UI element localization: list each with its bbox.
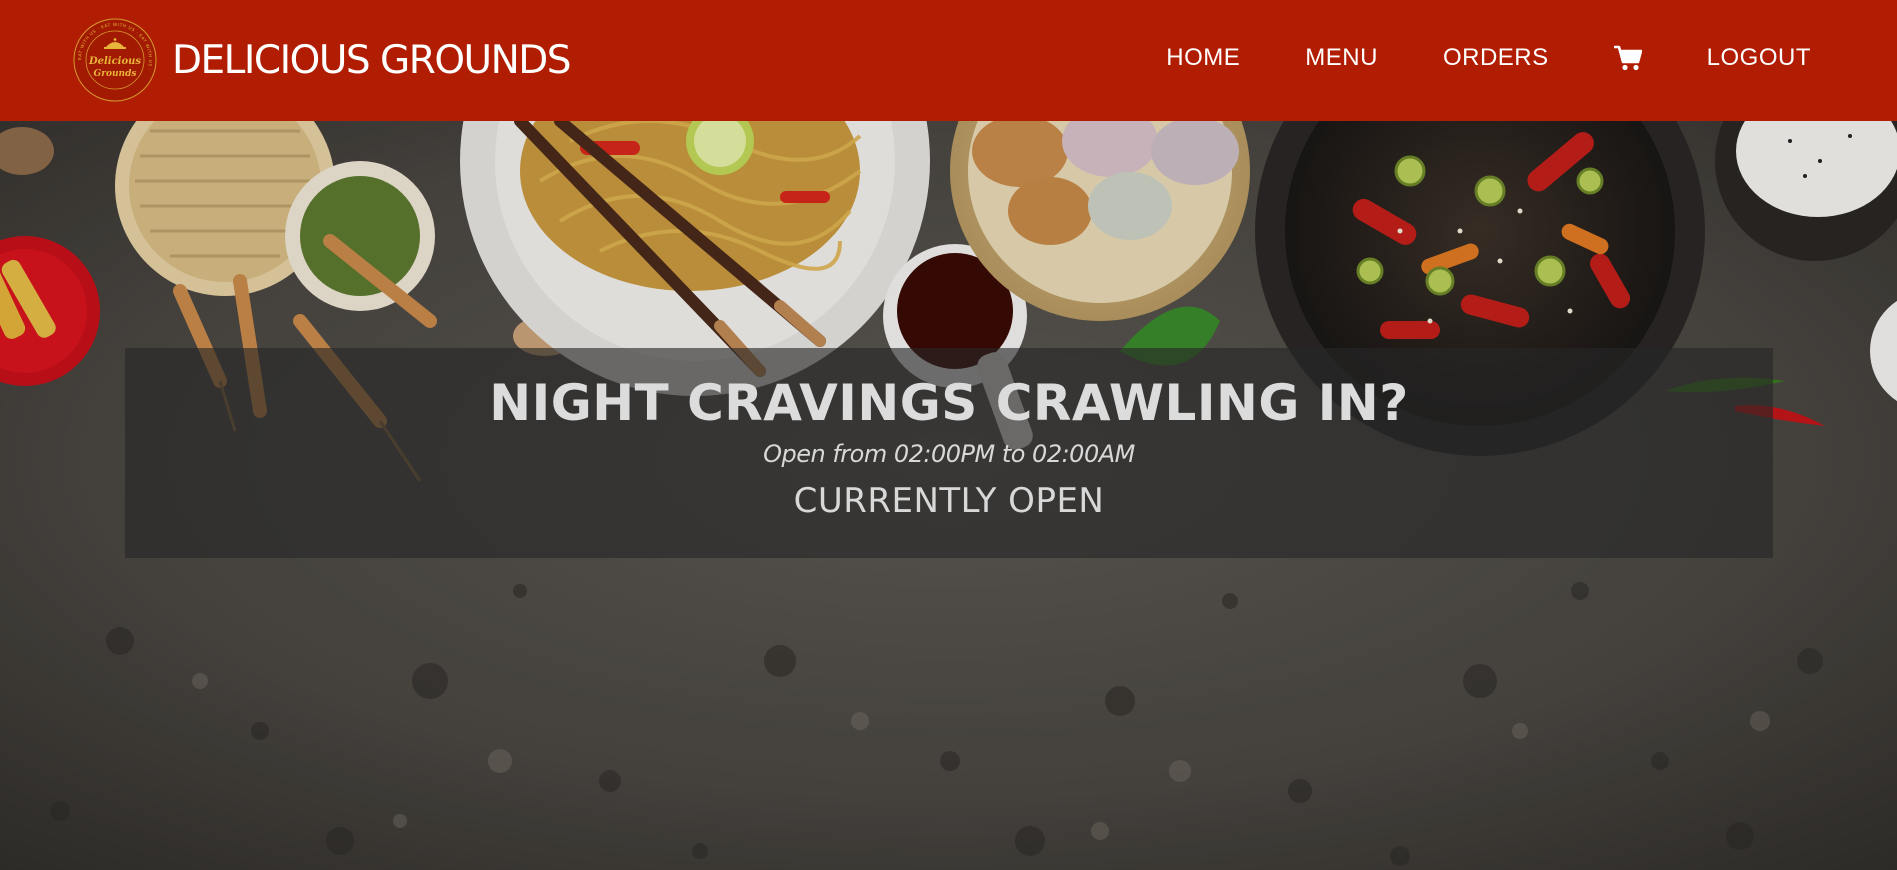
main-nav: HOME MENU ORDERS LOGOUT [1101, 0, 1811, 116]
nav-logout-link[interactable]: LOGOUT [1707, 44, 1811, 72]
banner-title: NIGHT CRAVINGS CRAWLING IN? [489, 374, 1409, 432]
navbar: EAT WITH US · EAT WITH US · EAT WITH US … [0, 0, 1897, 121]
nav-menu-link[interactable]: MENU [1305, 44, 1378, 72]
opening-hours: Open from 02:00PM to 02:00AM [763, 440, 1135, 468]
brand-name: DELICIOUS GROUNDS [172, 37, 572, 83]
cart-icon [1613, 45, 1642, 71]
nav-orders-link[interactable]: ORDERS [1443, 44, 1549, 72]
logo-text-line2: Grounds [94, 69, 137, 79]
nav-cart-link[interactable] [1613, 45, 1642, 71]
logo-text-line1: Delicious [88, 56, 141, 67]
open-status: CURRENTLY OPEN [793, 481, 1105, 521]
nav-home-link[interactable]: HOME [1166, 44, 1240, 72]
hours-banner: NIGHT CRAVINGS CRAWLING IN? Open from 02… [125, 348, 1773, 558]
brand-link[interactable]: EAT WITH US · EAT WITH US · EAT WITH US … [72, 15, 572, 105]
brand-logo: EAT WITH US · EAT WITH US · EAT WITH US … [73, 18, 157, 102]
page: EAT WITH US · EAT WITH US · EAT WITH US … [0, 0, 1897, 870]
